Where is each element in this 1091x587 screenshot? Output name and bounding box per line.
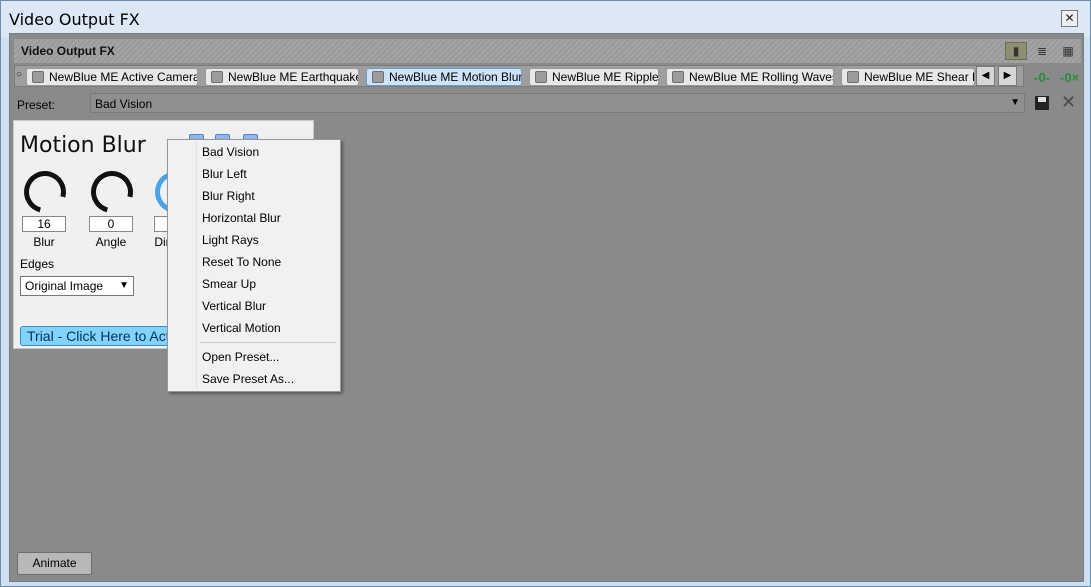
plugin-tab-active-camera[interactable]: NewBlue ME Active Camera bbox=[26, 68, 198, 86]
plugin-bypass-checkbox[interactable] bbox=[535, 71, 547, 83]
close-window-button[interactable]: ✕ bbox=[1061, 10, 1078, 27]
plugin-tab-rolling-waves[interactable]: NewBlue ME Rolling Waves bbox=[666, 68, 834, 86]
menu-item-smear-up[interactable]: Smear Up bbox=[202, 274, 256, 294]
remove-plugin-icon[interactable]: -0× bbox=[1060, 70, 1079, 85]
menu-item-vertical-blur[interactable]: Vertical Blur bbox=[202, 296, 266, 316]
preset-context-menu: Bad Vision Blur Left Blur Right Horizont… bbox=[167, 139, 341, 392]
menu-item-light-rays[interactable]: Light Rays bbox=[202, 230, 259, 250]
save-preset-icon[interactable] bbox=[1035, 96, 1049, 110]
menu-item-reset-to-none[interactable]: Reset To None bbox=[202, 252, 281, 272]
plugin-tab-ripple[interactable]: NewBlue ME Ripple bbox=[529, 68, 659, 86]
edges-dropdown[interactable]: Original Image ▼ bbox=[20, 276, 134, 296]
title-bar: Video Output FX ✕ bbox=[1, 1, 1090, 37]
plugin-bypass-checkbox[interactable] bbox=[211, 71, 223, 83]
plugin-bypass-checkbox[interactable] bbox=[32, 71, 44, 83]
angle-label: Angle bbox=[95, 235, 127, 249]
plugin-tab-label: NewBlue ME Ripple bbox=[552, 70, 659, 84]
fx-header-label: Video Output FX bbox=[21, 44, 115, 58]
plugin-tab-shear[interactable]: NewBlue ME Shear Er bbox=[841, 68, 975, 86]
view-list-button[interactable]: ≣ bbox=[1031, 42, 1053, 60]
plugin-tab-motion-blur[interactable]: NewBlue ME Motion Blur bbox=[366, 68, 522, 86]
chain-start-icon: ○ bbox=[16, 69, 23, 80]
plugin-tab-label: NewBlue ME Rolling Waves bbox=[689, 70, 834, 84]
edges-label: Edges bbox=[20, 257, 55, 271]
animate-button[interactable]: Animate bbox=[17, 552, 92, 575]
plugin-bypass-checkbox[interactable] bbox=[847, 71, 859, 83]
fx-header: Video Output FX ▮ ≣ ▦ bbox=[14, 39, 1081, 63]
plugin-tab-label: NewBlue ME Earthquake bbox=[228, 70, 359, 84]
chevron-down-icon: ▼ bbox=[119, 280, 129, 291]
preset-dropdown[interactable]: Bad Vision ▼ bbox=[90, 93, 1025, 113]
delete-preset-icon[interactable]: ✕ bbox=[1061, 92, 1076, 113]
menu-item-open-preset[interactable]: Open Preset... bbox=[202, 347, 279, 367]
menu-item-horizontal-blur[interactable]: Horizontal Blur bbox=[202, 208, 281, 228]
plugin-tab-label: NewBlue ME Shear Er bbox=[864, 70, 975, 84]
view-grid-button[interactable]: ▦ bbox=[1057, 42, 1079, 60]
blur-label: Blur bbox=[33, 235, 55, 249]
plugin-tab-label: NewBlue ME Active Camera bbox=[49, 70, 198, 84]
menu-gutter bbox=[196, 142, 197, 389]
video-output-fx-window: Video Output FX ✕ Video Output FX ▮ ≣ ▦ … bbox=[0, 0, 1091, 587]
view-single-button[interactable]: ▮ bbox=[1005, 42, 1027, 60]
menu-item-blur-left[interactable]: Blur Left bbox=[202, 164, 247, 184]
chain-scroll-right-button[interactable]: ▶ bbox=[998, 66, 1017, 86]
window-title: Video Output FX bbox=[9, 10, 140, 29]
chain-scroll-left-button[interactable]: ◀ bbox=[976, 66, 995, 86]
menu-item-bad-vision[interactable]: Bad Vision bbox=[202, 142, 259, 162]
angle-value-field[interactable]: 0 bbox=[89, 216, 133, 232]
plugin-bypass-checkbox[interactable] bbox=[672, 71, 684, 83]
menu-item-vertical-motion[interactable]: Vertical Motion bbox=[202, 318, 281, 338]
blur-value-field[interactable]: 16 bbox=[22, 216, 66, 232]
panel-title: Motion Blur bbox=[20, 133, 146, 158]
plugin-bypass-checkbox[interactable] bbox=[372, 71, 384, 83]
edges-value: Original Image bbox=[25, 279, 104, 293]
angle-knob[interactable] bbox=[83, 163, 141, 221]
add-plugin-icon[interactable]: -0- bbox=[1034, 70, 1050, 85]
plugin-tab-label: NewBlue ME Motion Blur bbox=[389, 70, 522, 84]
menu-item-save-preset-as[interactable]: Save Preset As... bbox=[202, 369, 294, 389]
menu-item-blur-right[interactable]: Blur Right bbox=[202, 186, 255, 206]
chevron-down-icon: ▼ bbox=[1010, 97, 1020, 108]
plugin-tab-earthquake[interactable]: NewBlue ME Earthquake bbox=[205, 68, 359, 86]
preset-label: Preset: bbox=[17, 98, 56, 112]
plugin-chain: ○ NewBlue ME Active Camera NewBlue ME Ea… bbox=[14, 65, 1024, 87]
preset-value: Bad Vision bbox=[95, 97, 153, 111]
menu-separator bbox=[200, 342, 336, 343]
blur-knob[interactable] bbox=[16, 163, 74, 221]
